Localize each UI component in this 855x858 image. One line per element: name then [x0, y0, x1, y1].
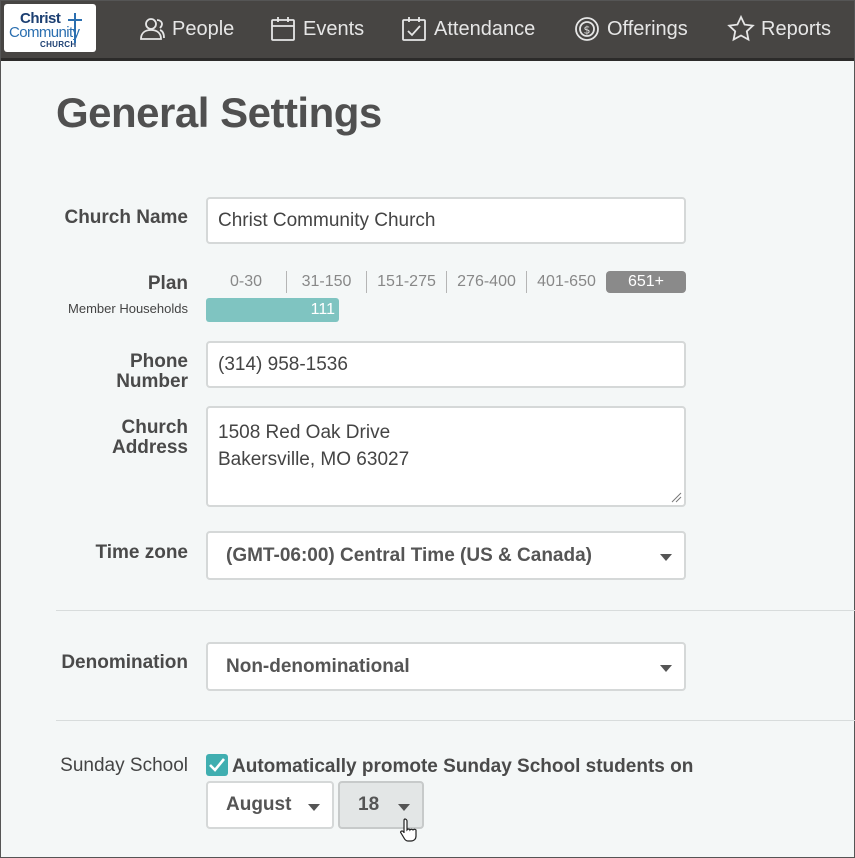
member-households-bar: 111 — [206, 298, 339, 322]
nav-people-label: People — [172, 17, 235, 40]
member-households-label: Member Households — [68, 301, 188, 316]
nav-events[interactable]: Events — [269, 13, 364, 45]
chevron-down-icon — [308, 804, 320, 811]
resize-handle-icon[interactable] — [670, 491, 682, 503]
section-divider — [56, 610, 855, 611]
church-address-textarea[interactable]: 1508 Red Oak Drive Bakersville, MO 63027 — [206, 406, 686, 507]
promotion-day-value: 18 — [358, 794, 380, 815]
people-icon — [140, 18, 165, 40]
address-label: Church Address — [56, 418, 188, 458]
promotion-month-value: August — [226, 794, 292, 815]
hand-cursor-icon — [399, 818, 417, 842]
nav-reports[interactable]: Reports — [727, 13, 831, 45]
checkmark-icon — [209, 758, 226, 772]
top-navigation-bar: Christ Community CHURCH People Events At… — [1, 1, 854, 61]
plan-tier-31-150: 31-150 — [301, 273, 352, 290]
checklist-icon — [402, 17, 426, 41]
section-divider — [56, 720, 855, 721]
promotion-month-select[interactable]: August — [206, 781, 334, 829]
nav-attendance[interactable]: Attendance — [400, 13, 535, 45]
nav-people[interactable]: People — [138, 13, 234, 45]
dollar-icon: $ — [575, 17, 599, 41]
nav-events-label: Events — [303, 17, 365, 40]
nav-attendance-label: Attendance — [434, 17, 536, 40]
timezone-select[interactable]: (GMT-06:00) Central Time (US & Canada) — [206, 531, 686, 580]
plan-label: Plan — [147, 273, 188, 294]
plan-tier-651-active: 651+ — [606, 271, 686, 293]
calendar-icon — [271, 17, 295, 41]
plan-tier-0-30: 0-30 — [229, 273, 263, 290]
address-line1: 1508 Red Oak Drive — [218, 422, 391, 443]
svg-text:$: $ — [584, 24, 591, 37]
nav-offerings-label: Offerings — [607, 17, 688, 40]
sunday-school-label: Sunday School — [60, 755, 188, 776]
denomination-select[interactable]: Non-denominational — [206, 642, 686, 691]
timezone-value: (GMT-06:00) Central Time (US & Canada) — [226, 544, 593, 566]
chevron-down-icon — [398, 804, 410, 811]
church-logo[interactable]: Christ Community CHURCH — [4, 4, 96, 52]
chevron-down-icon — [660, 665, 672, 672]
address-label-line1: Church — [121, 417, 189, 438]
plan-tier-401-650: 401-650 — [537, 273, 596, 290]
cross-icon-bar — [68, 19, 82, 21]
timezone-label: Time zone — [95, 542, 188, 563]
address-line2: Bakersville, MO 63027 — [218, 449, 410, 470]
phone-number-input[interactable] — [206, 341, 686, 388]
phone-label: Phone Number — [56, 352, 188, 392]
denomination-label: Denomination — [61, 652, 188, 673]
logo-text-line2: Community — [9, 24, 80, 41]
promote-checkbox-label[interactable]: Automatically promote Sunday School stud… — [232, 756, 693, 778]
cross-icon — [74, 13, 76, 43]
plan-tier-276-400: 276-400 — [457, 273, 516, 290]
church-name-input[interactable] — [206, 197, 686, 244]
nav-reports-label: Reports — [761, 17, 832, 40]
star-icon — [727, 15, 755, 42]
phone-label-line2: Number — [116, 371, 188, 392]
logo-text-line3: CHURCH — [40, 40, 77, 49]
church-name-label: Church Name — [64, 207, 188, 228]
page-title: General Settings — [56, 89, 382, 136]
plan-tier-151-275: 151-275 — [377, 273, 436, 290]
phone-label-line1: Phone — [129, 351, 188, 372]
address-label-line2: Address — [111, 437, 188, 458]
nav-offerings[interactable]: $ Offerings — [573, 13, 688, 45]
chevron-down-icon — [660, 554, 672, 561]
promote-checkbox[interactable] — [206, 754, 228, 776]
denomination-value: Non-denominational — [226, 655, 410, 677]
